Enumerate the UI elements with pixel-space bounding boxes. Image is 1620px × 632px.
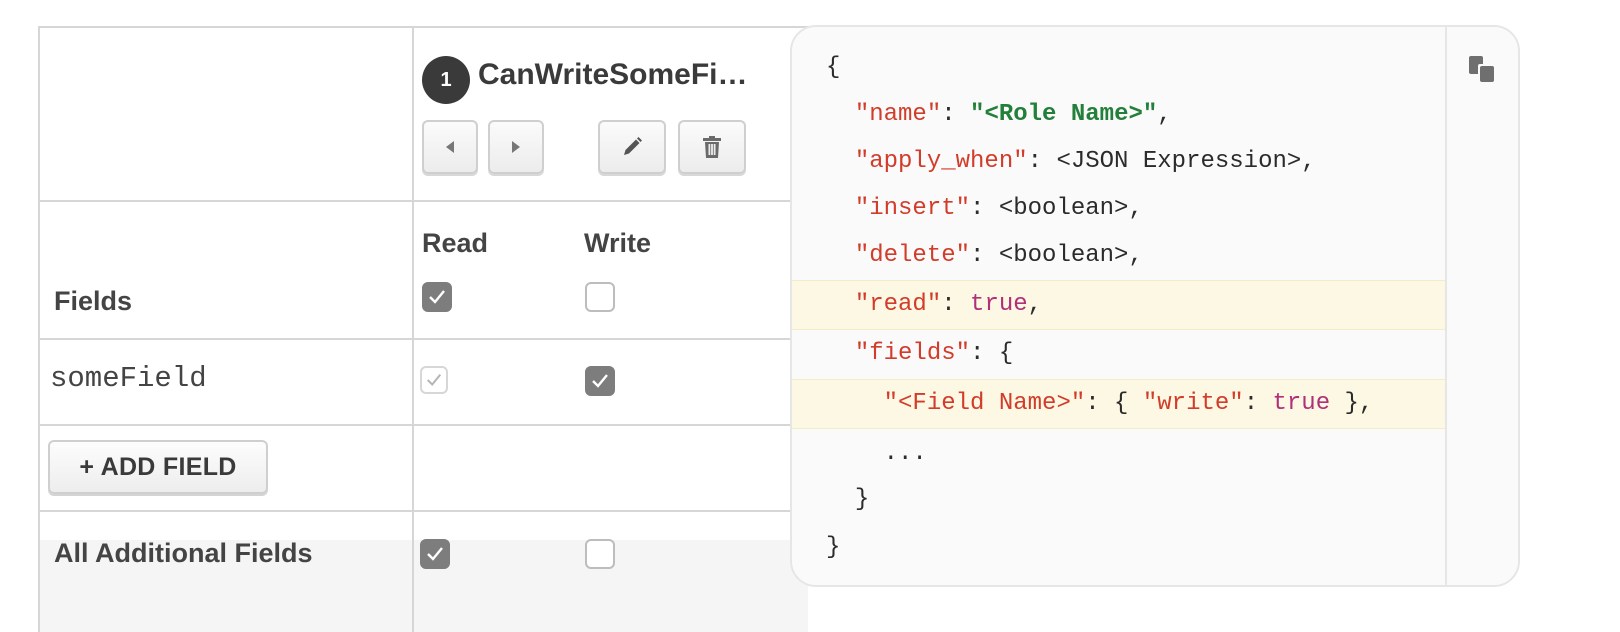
code-line: } — [826, 534, 841, 561]
write-column-header: Write — [584, 228, 652, 258]
chevron-left-icon — [446, 141, 454, 153]
field-read-checkbox[interactable] — [420, 366, 448, 394]
read-column-header: Read — [422, 228, 489, 258]
chevron-right-icon — [512, 141, 520, 153]
code-toolbar — [1447, 27, 1518, 585]
additional-fields-label: All Additional Fields — [54, 538, 313, 568]
column-divider — [412, 28, 414, 632]
checkmark-icon — [426, 373, 442, 386]
checkmark-icon — [429, 290, 445, 304]
code-line: "<Field Name>": { "write": true }, — [883, 390, 1374, 417]
delete-role-button[interactable] — [678, 120, 746, 174]
code-line: { — [826, 54, 841, 81]
checkmark-icon — [427, 547, 443, 561]
code-line: } — [854, 486, 870, 513]
field-write-checkbox[interactable] — [585, 366, 615, 396]
trash-icon — [703, 136, 721, 158]
add-field-button[interactable]: + ADD FIELD — [48, 440, 268, 494]
read-all-checkbox[interactable] — [422, 282, 452, 312]
pencil-icon — [624, 137, 642, 155]
code-line: "delete": <boolean>, — [854, 242, 1143, 269]
code-line: "name": "<Role Name>", — [854, 101, 1172, 128]
row-divider — [40, 338, 808, 340]
checkmark-icon — [592, 374, 608, 388]
code-line: "apply_when": <JSON Expression>, — [854, 148, 1316, 175]
write-all-checkbox[interactable] — [585, 282, 615, 312]
row-divider — [40, 424, 808, 426]
edit-role-button[interactable] — [598, 120, 666, 174]
row-divider — [40, 200, 808, 202]
row-divider — [40, 510, 808, 512]
code-line: "fields": { — [854, 340, 1014, 367]
additional-write-checkbox[interactable] — [585, 539, 615, 569]
role-name[interactable]: CanWriteSomeFi… — [478, 58, 748, 92]
move-left-button[interactable] — [422, 120, 478, 174]
code-line: "insert": <boolean>, — [854, 195, 1143, 222]
field-name: someField — [50, 362, 207, 395]
role-number-badge: 1 — [422, 56, 470, 104]
code-panel: { "name": "<Role Name>", "apply_when": <… — [790, 25, 1520, 587]
additional-read-checkbox[interactable] — [420, 539, 450, 569]
code-line: ... — [883, 440, 927, 467]
move-right-button[interactable] — [488, 120, 544, 174]
copy-icon[interactable] — [1466, 53, 1498, 85]
code-line: "read": true, — [854, 291, 1043, 318]
fields-header: Fields — [54, 286, 133, 316]
